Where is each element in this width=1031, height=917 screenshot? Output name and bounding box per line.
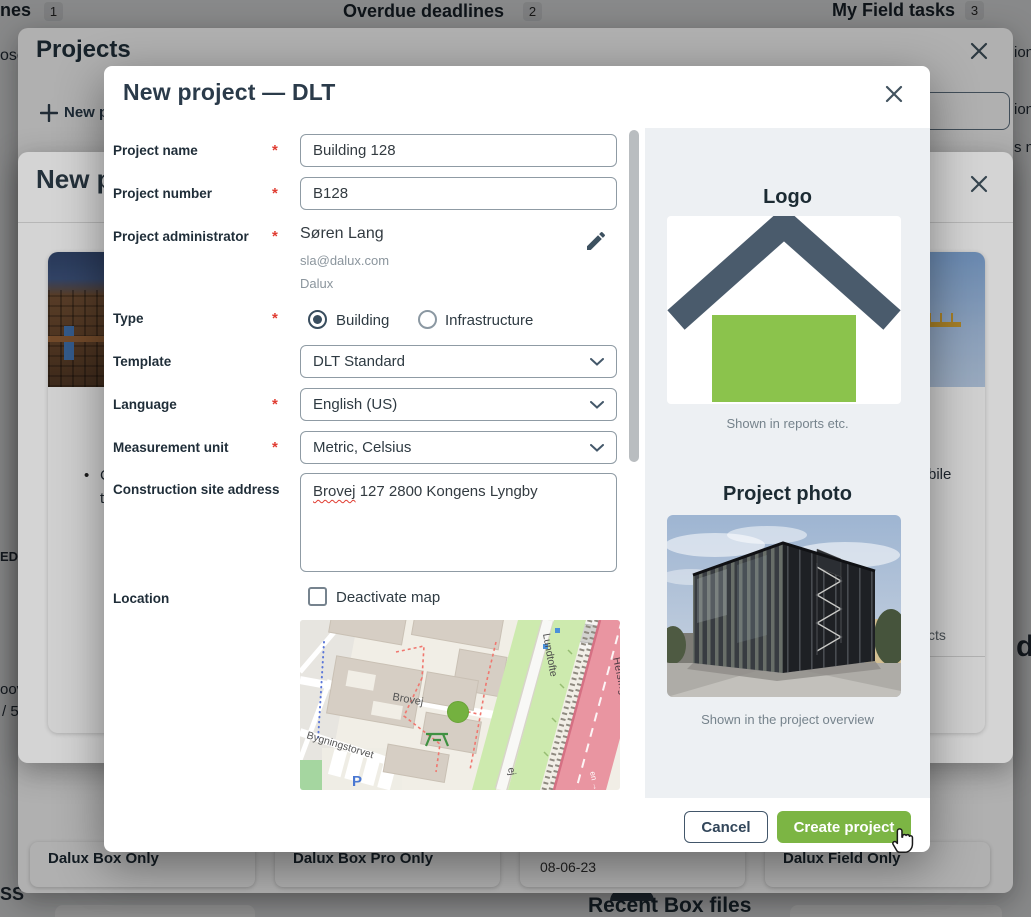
parking-icon: P [352,773,362,790]
deactivate-map-label[interactable]: Deactivate map [336,589,440,606]
required-marker: * [272,142,278,159]
measurement-select-value: Metric, Celsius [313,439,411,456]
form-scrollbar[interactable] [629,130,639,462]
project-administrator-label: Project administrator [113,229,249,244]
new-project-dialog: New project — DLT Logo Shown in reports … [104,66,930,852]
template-select-value: DLT Standard [313,353,405,370]
required-marker: * [272,185,278,202]
preview-panel: Logo Shown in reports etc. Project photo [645,128,930,798]
dalux-house-logo-icon [667,216,901,404]
logo-caption: Shown in reports etc. [645,416,930,431]
chevron-down-icon [590,439,604,456]
photo-heading: Project photo [645,483,930,506]
chevron-down-icon [590,353,604,370]
project-name-label: Project name [113,143,198,158]
radio-building[interactable] [308,310,327,329]
project-number-input[interactable] [301,178,616,209]
template-label: Template [113,354,171,369]
logo-heading: Logo [645,186,930,209]
required-marker: * [272,228,278,245]
construction-site-address-label: Construction site address [113,482,280,497]
address-rest: 127 2800 Kongens Lyngby [356,483,538,500]
dialog-title: New project — DLT [123,79,336,106]
deactivate-map-checkbox[interactable] [308,587,327,606]
administrator-email: sla@dalux.com [300,253,389,268]
type-label: Type [113,311,144,326]
radio-infrastructure-label[interactable]: Infrastructure [445,312,533,329]
location-label: Location [113,591,169,606]
administrator-name: Søren Lang [300,225,384,243]
administrator-company: Dalux [300,276,333,291]
project-name-input[interactable] [301,135,616,166]
required-marker: * [272,396,278,413]
required-marker: * [272,310,278,327]
screen: nes 1 Overdue deadlines 2 My Field tasks… [0,0,1031,917]
edit-pencil-icon[interactable] [584,229,608,253]
radio-infrastructure[interactable] [418,310,437,329]
logo-preview[interactable] [667,216,901,404]
create-project-button[interactable]: Create project [777,811,911,843]
address-word-misspelled: Brovej [313,483,356,500]
chevron-down-icon [590,396,604,413]
required-marker: * [272,439,278,456]
building-photo [667,515,901,697]
location-map[interactable]: Brovej Bygningstorvet Lundtofte ej Helsi… [300,620,620,790]
cancel-button[interactable]: Cancel [684,811,768,843]
measurement-unit-select[interactable]: Metric, Celsius [300,431,617,464]
project-number-field-wrap [300,177,617,210]
project-number-label: Project number [113,186,212,201]
address-textarea[interactable]: Brovej 127 2800 Kongens Lyngby [300,473,617,572]
close-icon[interactable] [884,84,904,104]
measurement-unit-label: Measurement unit [113,440,229,455]
photo-caption: Shown in the project overview [645,712,930,727]
project-name-field-wrap [300,134,617,167]
radio-building-label[interactable]: Building [336,312,389,329]
template-select[interactable]: DLT Standard [300,345,617,378]
language-label: Language [113,397,177,412]
project-photo-preview[interactable] [667,515,901,697]
language-select[interactable]: English (US) [300,388,617,421]
language-select-value: English (US) [313,396,397,413]
